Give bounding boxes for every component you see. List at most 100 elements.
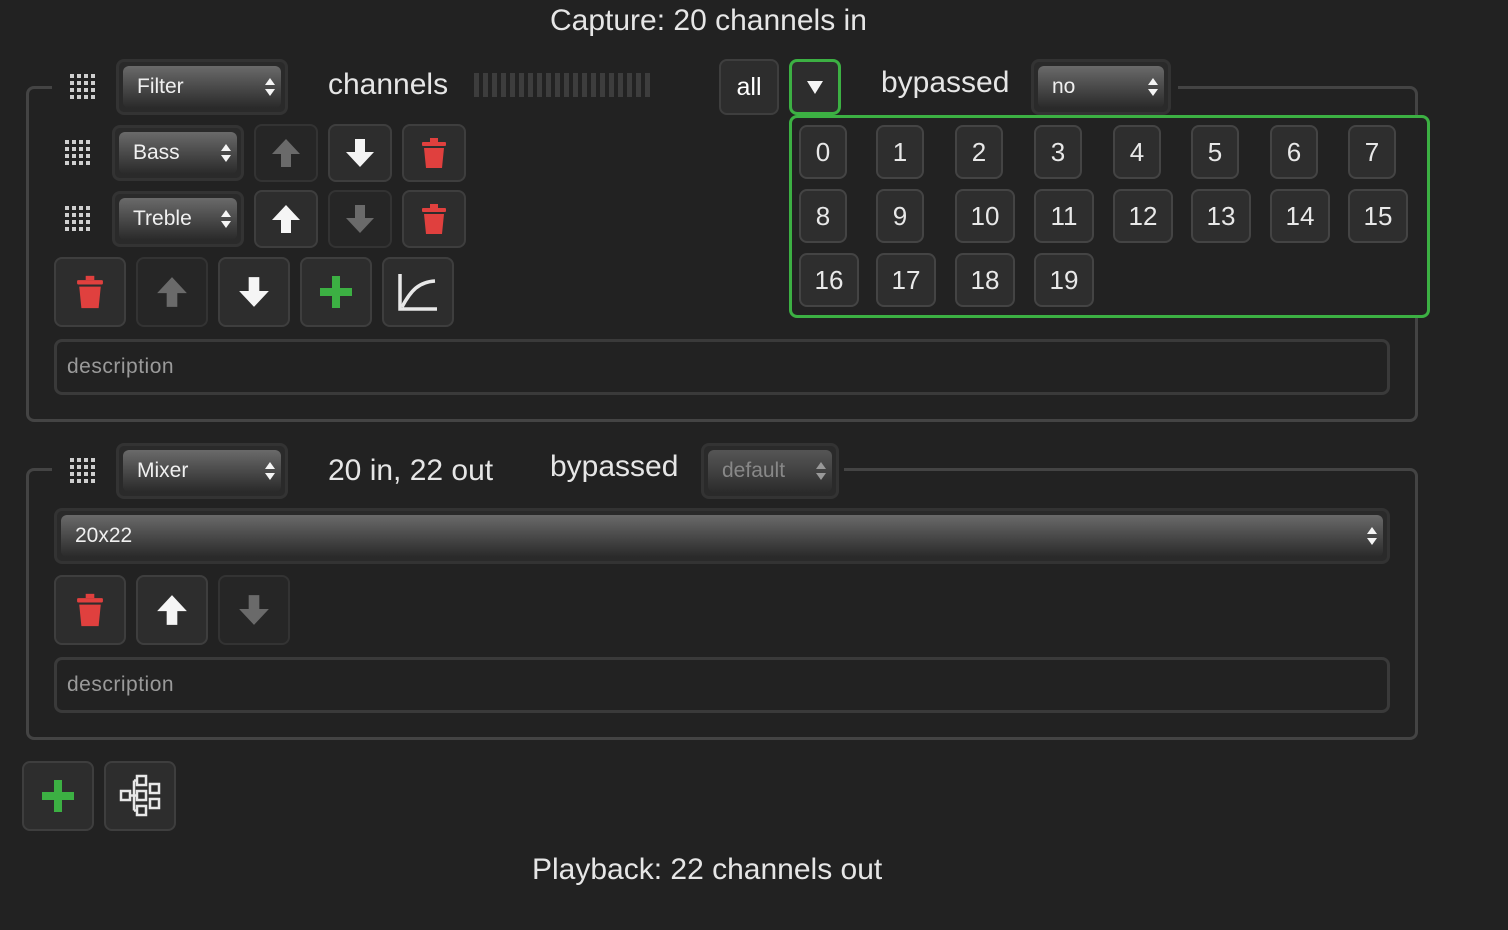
drag-handle-icon[interactable]: [64, 203, 90, 233]
channels-label: channels: [328, 68, 449, 101]
plot-filter-button[interactable]: [382, 257, 454, 327]
channel-option-4[interactable]: 4: [1113, 125, 1161, 179]
drag-handle-icon[interactable]: [64, 137, 90, 167]
channel-tick: [618, 73, 623, 97]
mixer-select[interactable]: 20x22: [54, 508, 1390, 564]
add-filter-button[interactable]: [300, 257, 372, 327]
channel-tick: [609, 73, 614, 97]
channel-tick: [519, 73, 524, 97]
channel-option-9[interactable]: 9: [876, 189, 924, 243]
channel-tick: [582, 73, 587, 97]
arrow-up-icon: [157, 595, 187, 625]
move-step-down-button[interactable]: [218, 257, 290, 327]
move-step-down-button[interactable]: [218, 575, 290, 645]
channel-option-10[interactable]: 10: [955, 189, 1015, 243]
channel-option-14[interactable]: 14: [1270, 189, 1330, 243]
channel-option-6[interactable]: 6: [1270, 125, 1318, 179]
move-up-button[interactable]: [254, 124, 318, 182]
delete-step-button[interactable]: [54, 575, 126, 645]
channel-tick: [600, 73, 605, 97]
channel-option-17[interactable]: 17: [876, 253, 936, 307]
channel-option-0[interactable]: 0: [799, 125, 847, 179]
pipeline-overview-button[interactable]: [104, 761, 176, 831]
channel-tick: [645, 73, 650, 97]
select-arrows-icon: [265, 75, 275, 99]
channel-tick: [474, 73, 479, 97]
select-arrows-icon: [221, 207, 231, 231]
select-arrows-icon: [1367, 524, 1377, 548]
channel-tick: [555, 73, 560, 97]
channel-tick: [537, 73, 542, 97]
move-up-button[interactable]: [254, 190, 318, 248]
arrow-up-icon: [272, 205, 300, 233]
channel-option-16[interactable]: 16: [799, 253, 859, 307]
arrow-down-icon: [346, 139, 374, 167]
select-arrows-icon: [1148, 75, 1158, 99]
add-step-button[interactable]: [22, 761, 94, 831]
channel-option-2[interactable]: 2: [955, 125, 1003, 179]
arrow-up-icon: [272, 139, 300, 167]
channel-option-13[interactable]: 13: [1191, 189, 1251, 243]
channel-option-1[interactable]: 1: [876, 125, 924, 179]
channel-tick: [591, 73, 596, 97]
mixer-io-label: 20 in, 22 out: [328, 454, 494, 487]
move-step-up-button[interactable]: [136, 575, 208, 645]
trash-icon: [77, 593, 103, 627]
arrow-down-icon: [239, 595, 269, 625]
delete-step-button[interactable]: [54, 257, 126, 327]
drag-handle-icon[interactable]: [69, 71, 95, 101]
channel-tick: [501, 73, 506, 97]
trash-icon: [422, 204, 446, 234]
bypassed-label: bypassed: [881, 66, 1010, 99]
select-arrows-icon: [265, 459, 275, 483]
drag-handle-icon[interactable]: [69, 455, 95, 485]
channel-tick: [573, 73, 578, 97]
channel-option-12[interactable]: 12: [1113, 189, 1173, 243]
channel-option-8[interactable]: 8: [799, 189, 847, 243]
bypassed-select[interactable]: no: [1031, 59, 1171, 115]
channel-tick: [636, 73, 641, 97]
channel-option-18[interactable]: 18: [955, 253, 1015, 307]
arrow-down-icon: [239, 277, 269, 307]
mixer-step-description-field[interactable]: description: [54, 657, 1390, 713]
delete-filter-button[interactable]: [402, 124, 466, 182]
select-arrows-icon: [221, 141, 231, 165]
filter-select-bass[interactable]: Bass: [112, 125, 244, 181]
select-arrows-icon: [816, 459, 826, 483]
channel-tick: [483, 73, 488, 97]
plus-icon: [320, 276, 352, 308]
channel-tick: [627, 73, 632, 97]
filter-step-description-field[interactable]: description: [54, 339, 1390, 395]
playback-label: Playback: 22 channels out: [532, 853, 883, 886]
plus-icon: [42, 780, 74, 812]
move-down-button[interactable]: [328, 190, 392, 248]
channel-option-19[interactable]: 19: [1034, 253, 1094, 307]
arrow-up-icon: [157, 277, 187, 307]
filter-select-treble[interactable]: Treble: [112, 191, 244, 247]
channel-dropdown-toggle[interactable]: [789, 59, 841, 115]
channel-option-5[interactable]: 5: [1191, 125, 1239, 179]
trash-icon: [77, 275, 103, 309]
channel-option-11[interactable]: 11: [1034, 189, 1094, 243]
channel-tick: [546, 73, 551, 97]
arrow-down-icon: [346, 205, 374, 233]
trash-icon: [422, 138, 446, 168]
chevron-down-icon: [807, 81, 823, 94]
channel-tick: [528, 73, 533, 97]
step-type-select[interactable]: Filter: [116, 59, 288, 115]
channel-option-7[interactable]: 7: [1348, 125, 1396, 179]
move-step-up-button[interactable]: [136, 257, 208, 327]
bypassed-select[interactable]: default: [701, 443, 839, 499]
channel-option-3[interactable]: 3: [1034, 125, 1082, 179]
channel-selection-bar: [474, 73, 650, 97]
pipeline-icon: [119, 774, 161, 817]
capture-label: Capture: 20 channels in: [550, 4, 867, 37]
channel-tick: [510, 73, 515, 97]
channel-tick: [564, 73, 569, 97]
channel-tick: [492, 73, 497, 97]
step-type-select[interactable]: Mixer: [116, 443, 288, 499]
move-down-button[interactable]: [328, 124, 392, 182]
delete-filter-button[interactable]: [402, 190, 466, 248]
all-channels-button[interactable]: all: [719, 59, 779, 115]
channel-option-15[interactable]: 15: [1348, 189, 1408, 243]
